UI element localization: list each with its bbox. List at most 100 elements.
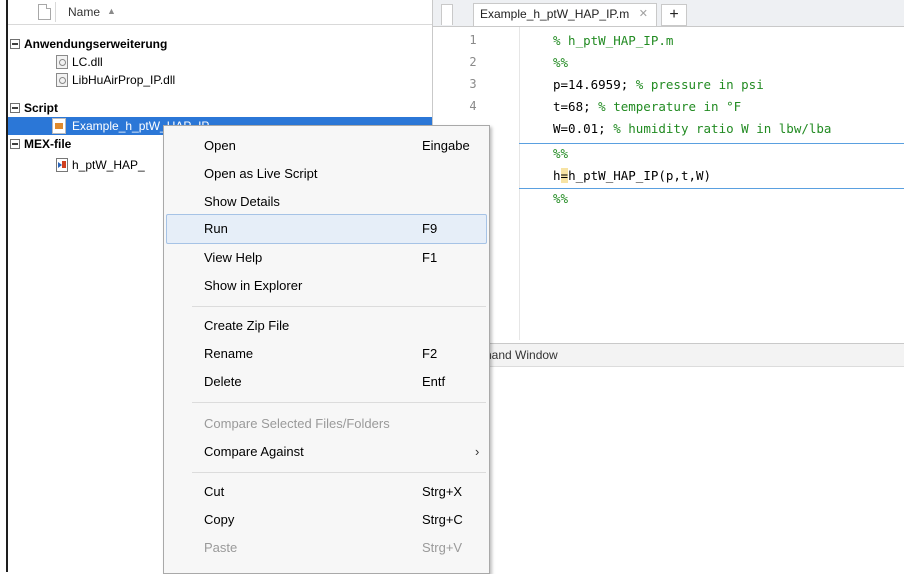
menu-item-compare-selected: Compare Selected Files/Folders — [164, 410, 489, 438]
code-text: p=14.6959; — [553, 77, 636, 92]
menu-separator — [192, 402, 486, 403]
menu-item-run[interactable]: Run F9 — [166, 214, 487, 244]
group-label: Anwendungserweiterung — [24, 37, 168, 51]
menu-item-view-help[interactable]: View Help F1 — [164, 244, 489, 272]
menu-item-rename[interactable]: Rename F2 — [164, 340, 489, 368]
line-number: 3 — [469, 77, 477, 91]
menu-item-shortcut: F1 — [422, 250, 438, 265]
dll-file-icon — [56, 55, 68, 69]
cell-boundary — [519, 188, 904, 189]
collapse-toggle-icon[interactable] — [10, 39, 20, 49]
code-line-7[interactable]: h=h_ptW_HAP_IP(p,t,W) — [553, 168, 711, 183]
gutter-divider — [519, 27, 520, 340]
file-item-libhuairprop-dll[interactable]: LibHuAirProp_IP.dll — [8, 71, 432, 89]
menu-item-label: Compare Selected Files/Folders — [204, 416, 390, 431]
menu-item-delete[interactable]: Delete Entf — [164, 368, 489, 396]
new-tab-button[interactable]: + — [661, 4, 687, 26]
editor-panel: Example_h_ptW_HAP_IP.m ✕ + 1 2 3 4 % h_p… — [433, 0, 904, 340]
code-line-8[interactable]: %% — [553, 191, 568, 206]
menu-item-label: Rename — [204, 346, 254, 361]
menu-item-cut[interactable]: Cut Strg+X — [164, 478, 489, 506]
code-line-5[interactable]: W=0.01; % humidity ratio W in lbw/lba — [553, 121, 831, 136]
command-window-header[interactable]: hand Window — [433, 343, 904, 367]
menu-item-shortcut: Strg+X — [422, 484, 463, 499]
menu-separator — [192, 306, 486, 307]
code-line-6[interactable]: %% — [553, 146, 568, 161]
code-line-2[interactable]: %% — [553, 55, 568, 70]
line-number: 2 — [469, 55, 477, 69]
matlab-script-icon — [52, 118, 66, 134]
collapse-toggle-icon[interactable] — [10, 139, 20, 149]
menu-item-shortcut: Strg+V — [422, 540, 463, 555]
code-text: t=68; — [553, 99, 599, 114]
group-label: MEX-file — [24, 137, 72, 151]
tab-scroll-stub[interactable] — [441, 4, 453, 25]
menu-item-label: Compare Against — [204, 444, 304, 459]
menu-item-copy[interactable]: Copy Strg+C — [164, 506, 489, 534]
code-comment: % pressure in psi — [635, 77, 764, 92]
close-icon[interactable]: ✕ — [639, 7, 648, 20]
menu-item-show-in-explorer[interactable]: Show in Explorer — [164, 272, 489, 300]
file-item-lc-dll[interactable]: LC.dll — [8, 53, 432, 71]
code-comment: % temperature in °F — [598, 99, 742, 114]
group-header-anwendungserweiterung[interactable]: Anwendungserweiterung — [8, 35, 432, 53]
text-cursor: = — [560, 168, 569, 183]
menu-item-label: Show in Explorer — [204, 278, 303, 293]
menu-item-label: Cut — [204, 484, 225, 499]
collapse-toggle-icon[interactable] — [10, 103, 20, 113]
code-comment: % humidity ratio W in lbw/lba — [613, 121, 832, 136]
file-name: LC.dll — [72, 55, 103, 69]
header-separator — [55, 2, 56, 22]
document-icon — [38, 4, 51, 20]
name-column-label[interactable]: Name — [68, 5, 100, 19]
menu-item-compare-against[interactable]: Compare Against › — [164, 438, 489, 466]
menu-item-create-zip[interactable]: Create Zip File — [164, 312, 489, 340]
menu-item-shortcut: Strg+C — [422, 512, 463, 527]
code-line-4[interactable]: t=68; % temperature in °F — [553, 99, 741, 114]
dll-file-icon — [56, 73, 68, 87]
menu-item-shortcut: F2 — [422, 346, 438, 361]
file-name: LibHuAirProp_IP.dll — [72, 73, 176, 87]
section-marker: %% — [553, 146, 569, 161]
menu-item-label: Paste — [204, 540, 238, 555]
menu-item-open[interactable]: Open Eingabe — [164, 132, 489, 160]
column-header[interactable]: Name ▲ — [8, 0, 432, 25]
menu-item-label: Open — [204, 138, 236, 153]
tab-example-script[interactable]: Example_h_ptW_HAP_IP.m ✕ — [473, 3, 657, 26]
menu-item-label: Delete — [204, 374, 242, 389]
code-line-3[interactable]: p=14.6959; % pressure in psi — [553, 77, 764, 92]
code-comment: % h_ptW_HAP_IP.m — [553, 33, 674, 48]
code-line-1[interactable]: % h_ptW_HAP_IP.m — [553, 33, 673, 48]
menu-item-shortcut: F9 — [422, 221, 438, 236]
line-number: 4 — [469, 99, 477, 113]
editor-tab-bar: Example_h_ptW_HAP_IP.m ✕ + — [433, 0, 904, 27]
menu-item-open-live-script[interactable]: Open as Live Script — [164, 160, 489, 188]
menu-item-label: Open as Live Script — [204, 166, 318, 181]
code-text: h_ptW_HAP_IP(p,t,W) — [568, 168, 712, 183]
code-text: W=0.01; — [553, 121, 614, 136]
submenu-arrow-icon: › — [475, 444, 480, 459]
menu-item-label: Run — [204, 221, 228, 236]
menu-item-label: Copy — [204, 512, 235, 527]
line-number: 1 — [469, 33, 477, 47]
group-label: Script — [24, 101, 59, 115]
command-window-title: hand Window — [485, 348, 558, 362]
group-header-script[interactable]: Script — [8, 99, 432, 117]
section-marker: %% — [553, 55, 569, 70]
mex-file-icon — [56, 158, 68, 172]
tab-title: Example_h_ptW_HAP_IP.m — [480, 7, 630, 21]
code-text: h — [553, 168, 561, 183]
context-menu: Open Eingabe Open as Live Script Show De… — [163, 125, 490, 574]
cell-boundary — [519, 143, 904, 144]
menu-item-label: Show Details — [204, 194, 280, 209]
menu-item-show-details[interactable]: Show Details — [164, 188, 489, 216]
menu-item-shortcut: Eingabe — [422, 138, 470, 153]
menu-item-shortcut: Entf — [422, 374, 446, 389]
menu-item-paste: Paste Strg+V — [164, 534, 489, 562]
file-name: h_ptW_HAP_ — [72, 158, 145, 172]
menu-separator — [192, 472, 486, 473]
menu-item-label: View Help — [204, 250, 263, 265]
menu-item-label: Create Zip File — [204, 318, 290, 333]
section-marker: %% — [553, 191, 569, 206]
sort-ascending-icon[interactable]: ▲ — [107, 6, 116, 16]
